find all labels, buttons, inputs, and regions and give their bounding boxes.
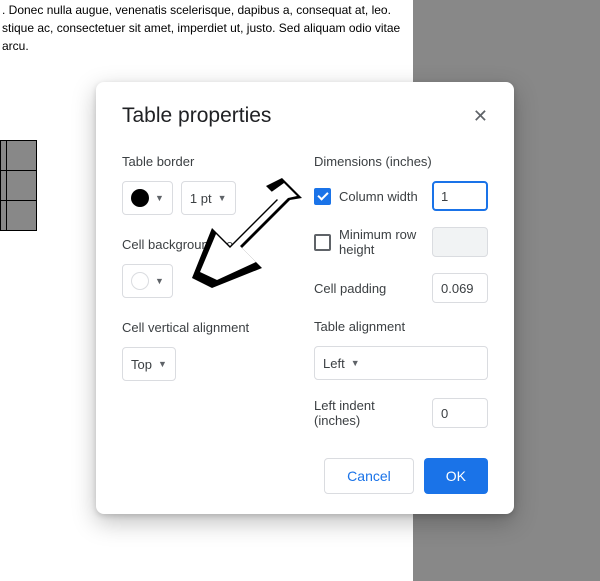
column-width-label: Column width xyxy=(339,189,424,204)
chevron-down-icon: ▼ xyxy=(155,193,164,203)
modal-overlay: Table properties ✕ Table border ▼ 1 pt ▼ xyxy=(0,0,600,581)
ok-button[interactable]: OK xyxy=(424,458,488,494)
close-icon[interactable]: ✕ xyxy=(473,107,488,125)
dialog-title: Table properties xyxy=(122,104,271,128)
vertical-alignment-dropdown[interactable]: Top ▼ xyxy=(122,347,176,381)
min-row-height-input[interactable] xyxy=(432,227,488,257)
cell-bg-label: Cell background co xyxy=(122,237,296,252)
table-alignment-value: Left xyxy=(323,356,345,371)
vertical-alignment-value: Top xyxy=(131,357,152,372)
chevron-down-icon: ▼ xyxy=(351,358,360,368)
table-properties-dialog: Table properties ✕ Table border ▼ 1 pt ▼ xyxy=(96,82,514,514)
cancel-button-label: Cancel xyxy=(347,468,391,484)
border-color-dropdown[interactable]: ▼ xyxy=(122,181,173,215)
chevron-down-icon: ▼ xyxy=(218,193,227,203)
left-column: Table border ▼ 1 pt ▼ Cell background co xyxy=(122,154,296,428)
chevron-down-icon: ▼ xyxy=(155,276,164,286)
min-row-height-checkbox[interactable] xyxy=(314,234,331,251)
border-size-value: 1 pt xyxy=(190,191,212,206)
vertical-alignment-label: Cell vertical alignment xyxy=(122,320,296,335)
right-column: Dimensions (inches) Column width Minimum… xyxy=(314,154,488,428)
min-row-height-label: Minimum row height xyxy=(339,227,424,257)
cell-padding-label: Cell padding xyxy=(314,281,424,296)
color-swatch-icon xyxy=(131,272,149,290)
table-alignment-dropdown[interactable]: Left ▼ xyxy=(314,346,488,380)
left-indent-input[interactable] xyxy=(432,398,488,428)
color-swatch-icon xyxy=(131,189,149,207)
left-indent-label: Left indent (inches) xyxy=(314,398,422,428)
cell-padding-input[interactable] xyxy=(432,273,488,303)
table-alignment-label: Table alignment xyxy=(314,319,488,334)
cell-bg-color-dropdown[interactable]: ▼ xyxy=(122,264,173,298)
table-border-label: Table border xyxy=(122,154,296,169)
ok-button-label: OK xyxy=(446,468,466,484)
chevron-down-icon: ▼ xyxy=(158,359,167,369)
cancel-button[interactable]: Cancel xyxy=(324,458,414,494)
border-size-dropdown[interactable]: 1 pt ▼ xyxy=(181,181,236,215)
column-width-input[interactable] xyxy=(432,181,488,211)
column-width-checkbox[interactable] xyxy=(314,188,331,205)
dimensions-label: Dimensions (inches) xyxy=(314,154,488,169)
